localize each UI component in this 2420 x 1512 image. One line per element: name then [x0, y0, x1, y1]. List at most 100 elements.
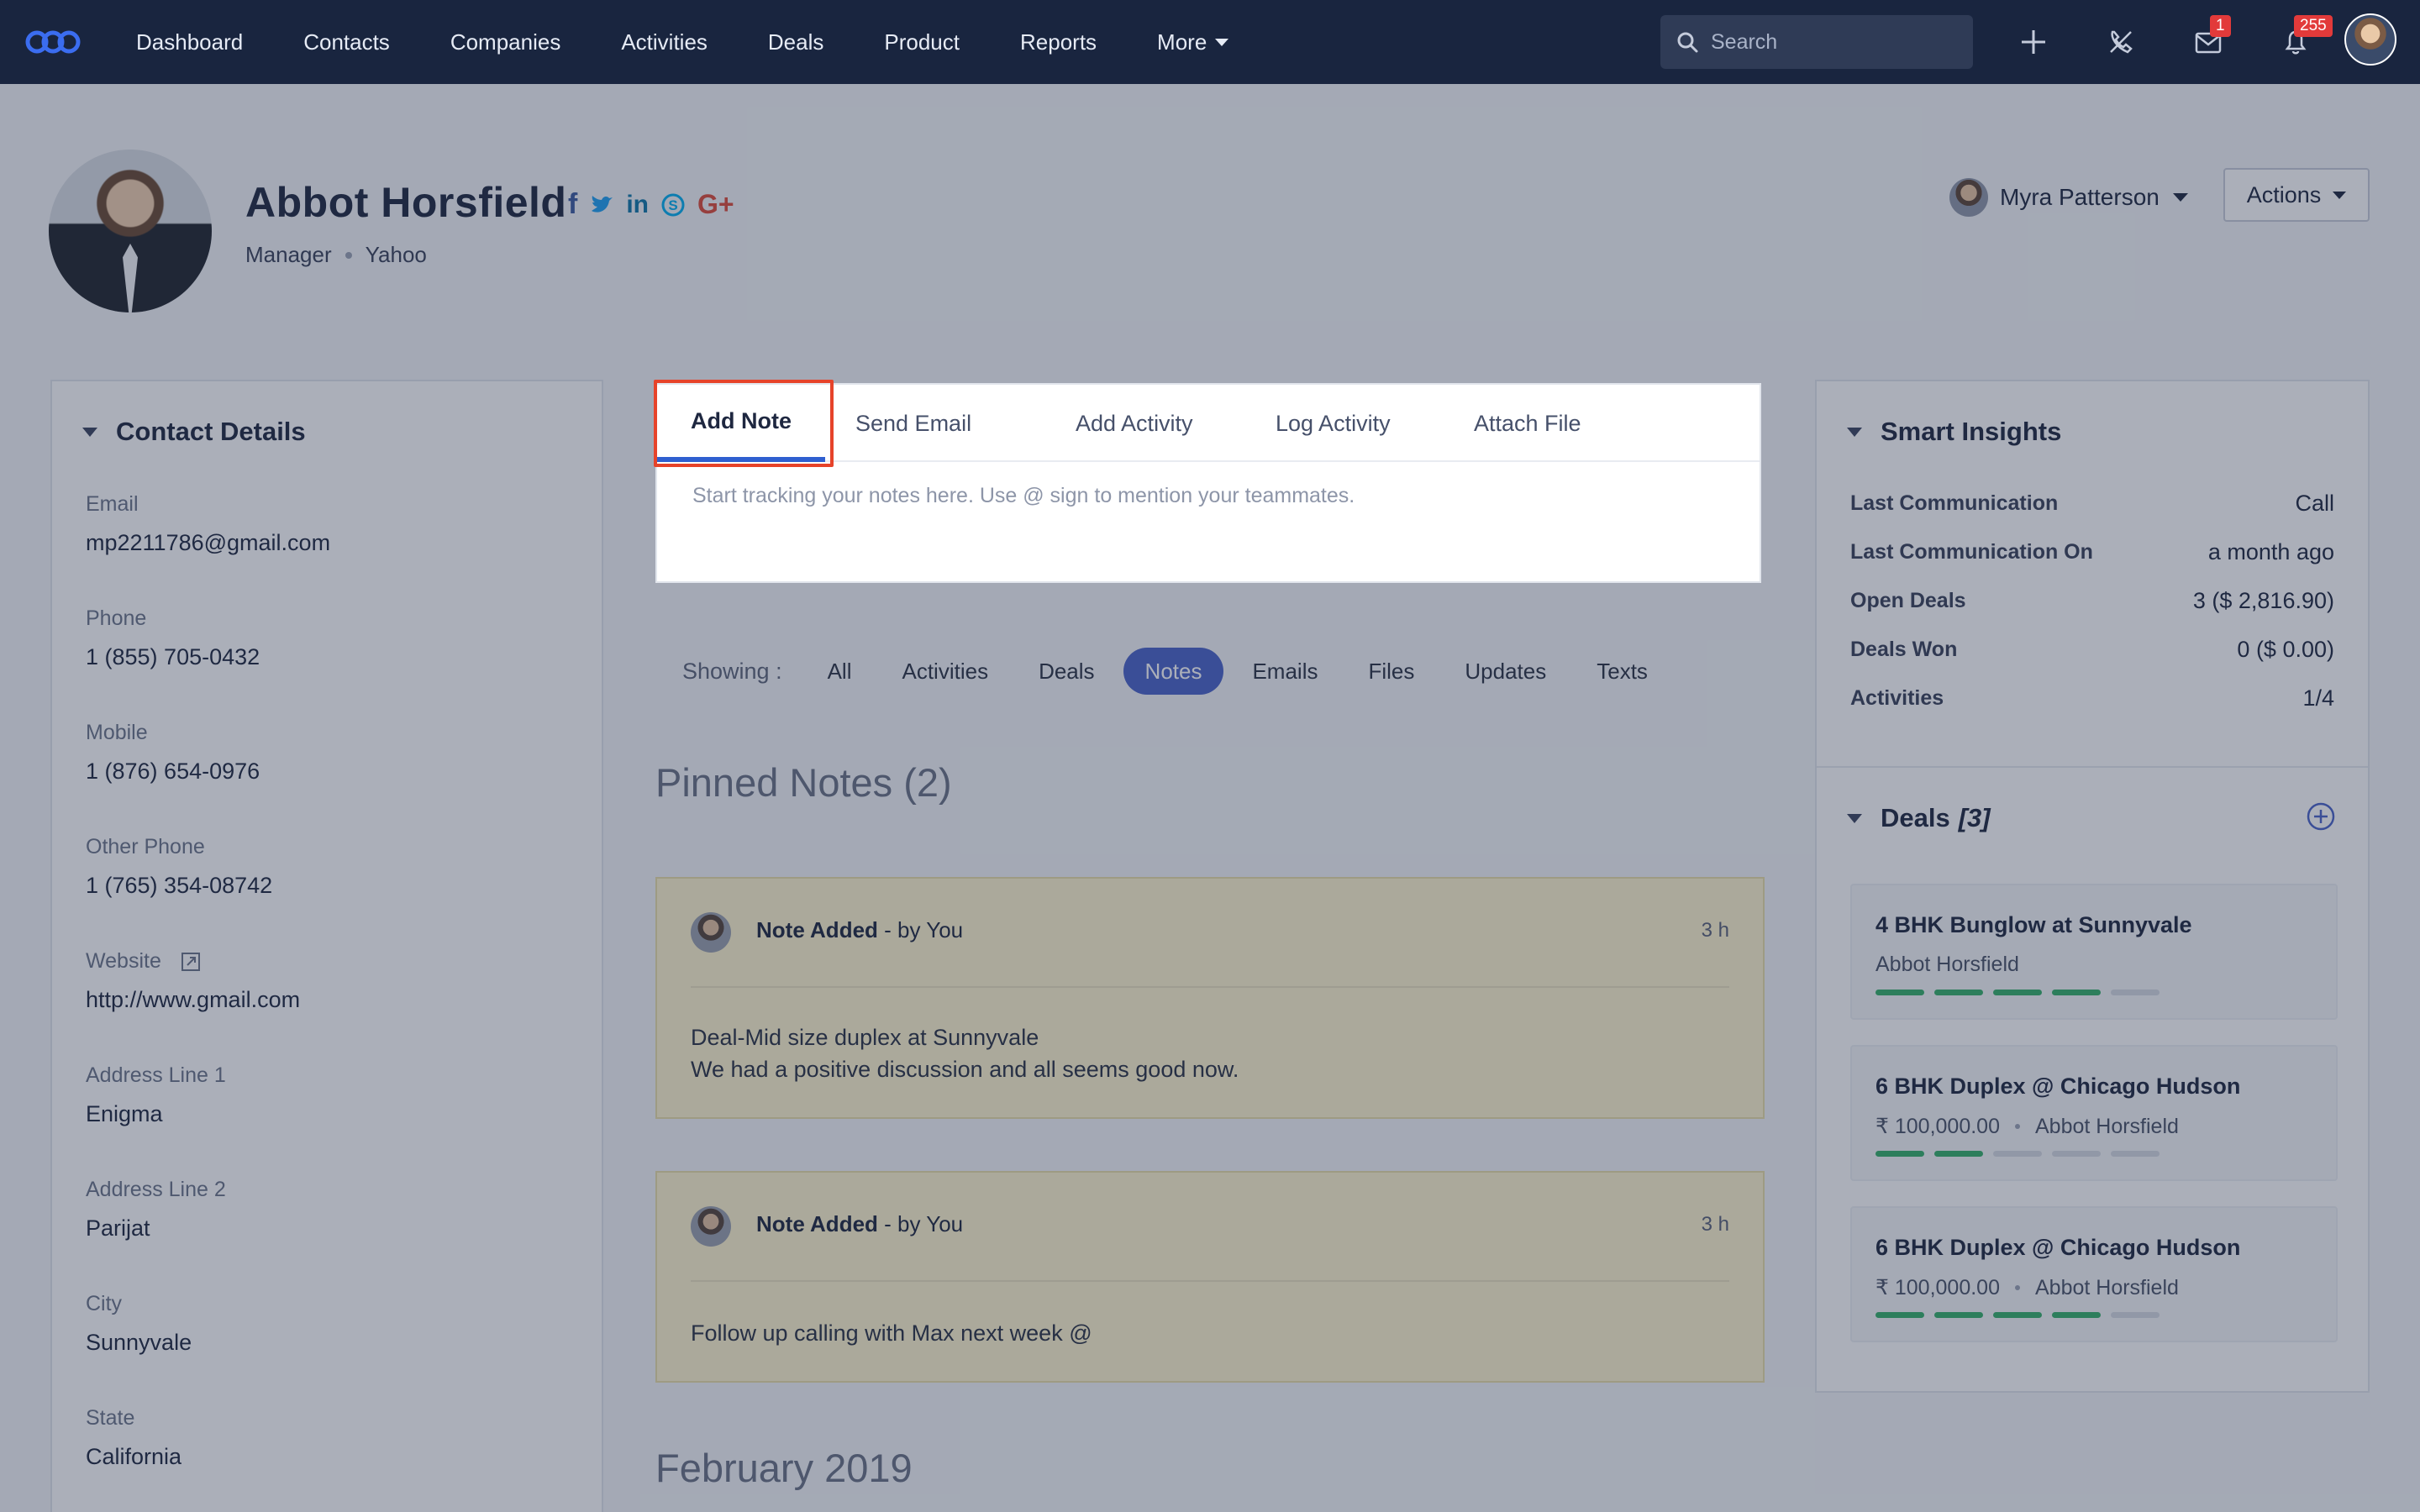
field-value[interactable]: Sunnyvale: [86, 1330, 192, 1356]
plus-icon[interactable]: [2017, 25, 2050, 59]
nav-dashboard[interactable]: Dashboard: [106, 0, 273, 84]
nav-more[interactable]: More: [1127, 0, 1259, 84]
tab-add-activity[interactable]: Add Activity: [1042, 385, 1227, 462]
main-menu: Dashboard Contacts Companies Activities …: [106, 0, 1259, 84]
deal-card[interactable]: 6 BHK Duplex @ Chicago Hudson ₹ 100,000.…: [1850, 1045, 2338, 1181]
smart-insights-title: Smart Insights: [1881, 417, 2062, 446]
field-state: State California: [86, 1406, 182, 1470]
owner-selector[interactable]: Myra Patterson: [1949, 178, 2188, 217]
add-circle-icon[interactable]: [2306, 801, 2336, 832]
insight-key: Open Deals: [1850, 589, 1966, 612]
facebook-icon[interactable]: f: [568, 188, 577, 221]
collapse-icon: [1847, 813, 1862, 823]
field-value[interactable]: Enigma: [86, 1101, 226, 1127]
tab-add-note[interactable]: Add Note: [657, 385, 825, 462]
nav-companies[interactable]: Companies: [420, 0, 592, 84]
contact-details-header[interactable]: Contact Details: [82, 417, 306, 447]
owner-name: Myra Patterson: [2000, 184, 2160, 210]
insight-value: 0 ($ 0.00): [2237, 637, 2334, 662]
collapse-icon: [82, 427, 97, 437]
pinned-notes-heading: Pinned Notes (2): [655, 760, 952, 805]
nav-deals[interactable]: Deals: [738, 0, 854, 84]
search-input[interactable]: [1711, 29, 1954, 55]
filter-all[interactable]: All: [806, 648, 874, 695]
stage-complete: [2052, 990, 2101, 995]
note-body: Deal-Mid size duplex at Sunnyvale We had…: [691, 1021, 1239, 1085]
filter-deals[interactable]: Deals: [1017, 648, 1116, 695]
stage-complete: [1934, 1312, 1983, 1318]
filter-files[interactable]: Files: [1346, 648, 1436, 695]
note-header: Note Added - by You: [756, 917, 963, 943]
deal-stage-progress: [1876, 990, 2160, 995]
deal-card[interactable]: 6 BHK Duplex @ Chicago Hudson ₹ 100,000.…: [1850, 1206, 2338, 1342]
note-title: Note Added: [756, 917, 878, 942]
field-value[interactable]: http://www.gmail.com: [86, 987, 300, 1013]
stage-pending: [2111, 1151, 2160, 1157]
deal-subtitle: Abbot Horsfield: [1876, 953, 2019, 977]
stage-complete: [1876, 990, 1924, 995]
contact-details-panel: Contact Details Email mp2211786@gmail.co…: [50, 380, 603, 1512]
skype-icon[interactable]: S: [660, 192, 686, 218]
linkedin-icon[interactable]: in: [626, 191, 649, 219]
chevron-down-icon: [2333, 191, 2347, 199]
chevron-down-icon: [2172, 193, 2188, 202]
collapse-icon: [1847, 427, 1862, 437]
field-value[interactable]: California: [86, 1444, 182, 1470]
global-search[interactable]: [1660, 15, 1973, 69]
user-avatar[interactable]: [2344, 13, 2396, 66]
field-value[interactable]: 1 (765) 354-08742: [86, 873, 272, 899]
separator-dot: [2014, 1124, 2020, 1129]
note-author: - by You: [877, 917, 964, 942]
mail-badge: 1: [2210, 15, 2231, 37]
insight-value: a month ago: [2207, 539, 2334, 564]
actions-button[interactable]: Actions: [2223, 168, 2370, 222]
nav-activities[interactable]: Activities: [591, 0, 738, 84]
field-label: City: [86, 1292, 123, 1315]
external-link-icon[interactable]: [180, 951, 202, 973]
phone-off-icon[interactable]: [2104, 25, 2138, 59]
contact-company[interactable]: Yahoo: [366, 242, 427, 268]
smart-insights-header[interactable]: Smart Insights: [1847, 417, 2061, 447]
insight-value: 3 ($ 2,816.90): [2192, 588, 2334, 613]
deals-count: [3]: [1958, 803, 1991, 832]
note-input[interactable]: [692, 484, 1726, 564]
nav-reports[interactable]: Reports: [990, 0, 1127, 84]
stage-complete: [2052, 1312, 2101, 1318]
deal-contact: Abbot Horsfield: [2034, 1114, 2179, 1138]
deal-contact: Abbot Horsfield: [2034, 1275, 2179, 1299]
field-value[interactable]: Parijat: [86, 1215, 226, 1242]
top-navbar: Dashboard Contacts Companies Activities …: [0, 0, 2420, 84]
note-time: 3 h: [1701, 919, 1729, 942]
pinned-note[interactable]: Note Added - by You 3 h Follow up callin…: [655, 1171, 1765, 1383]
nav-contacts[interactable]: Contacts: [273, 0, 420, 84]
field-label: Address Line 2: [86, 1178, 226, 1201]
svg-text:S: S: [668, 197, 677, 213]
filter-emails[interactable]: Emails: [1230, 648, 1339, 695]
tab-log-activity[interactable]: Log Activity: [1242, 385, 1424, 462]
insight-key: Activities: [1850, 686, 1944, 710]
nav-product[interactable]: Product: [854, 0, 990, 84]
tab-attach-file[interactable]: Attach File: [1440, 385, 1615, 462]
contact-photo: [49, 150, 212, 312]
tab-send-email[interactable]: Send Email: [822, 385, 1005, 462]
deals-header[interactable]: Deals [3]: [1847, 803, 1991, 833]
note-line: Follow up calling with Max next week @: [691, 1320, 1092, 1346]
app-logo[interactable]: [24, 24, 82, 60]
pinned-note[interactable]: Note Added - by You 3 h Deal-Mid size du…: [655, 877, 1765, 1119]
deal-card[interactable]: 4 BHK Bunglow at Sunnyvale Abbot Horsfie…: [1850, 884, 2338, 1020]
filter-updates[interactable]: Updates: [1443, 648, 1568, 695]
field-label: Email: [86, 492, 139, 516]
field-value[interactable]: 1 (876) 654-0976: [86, 759, 260, 785]
field-value[interactable]: mp2211786@gmail.com: [86, 530, 330, 556]
stage-complete: [1993, 1312, 2042, 1318]
filter-texts[interactable]: Texts: [1575, 648, 1670, 695]
search-icon: [1677, 32, 1698, 53]
chevron-down-icon: [1215, 38, 1229, 46]
timeline-filters: Showing : All Activities Deals Notes Ema…: [682, 647, 1676, 696]
twitter-icon[interactable]: [589, 192, 614, 218]
field-value[interactable]: 1 (855) 705-0432: [86, 644, 260, 670]
google-plus-icon[interactable]: G+: [697, 189, 734, 220]
field-label: Phone: [86, 606, 147, 630]
filter-notes[interactable]: Notes: [1123, 648, 1224, 695]
filter-activities[interactable]: Activities: [880, 648, 1010, 695]
